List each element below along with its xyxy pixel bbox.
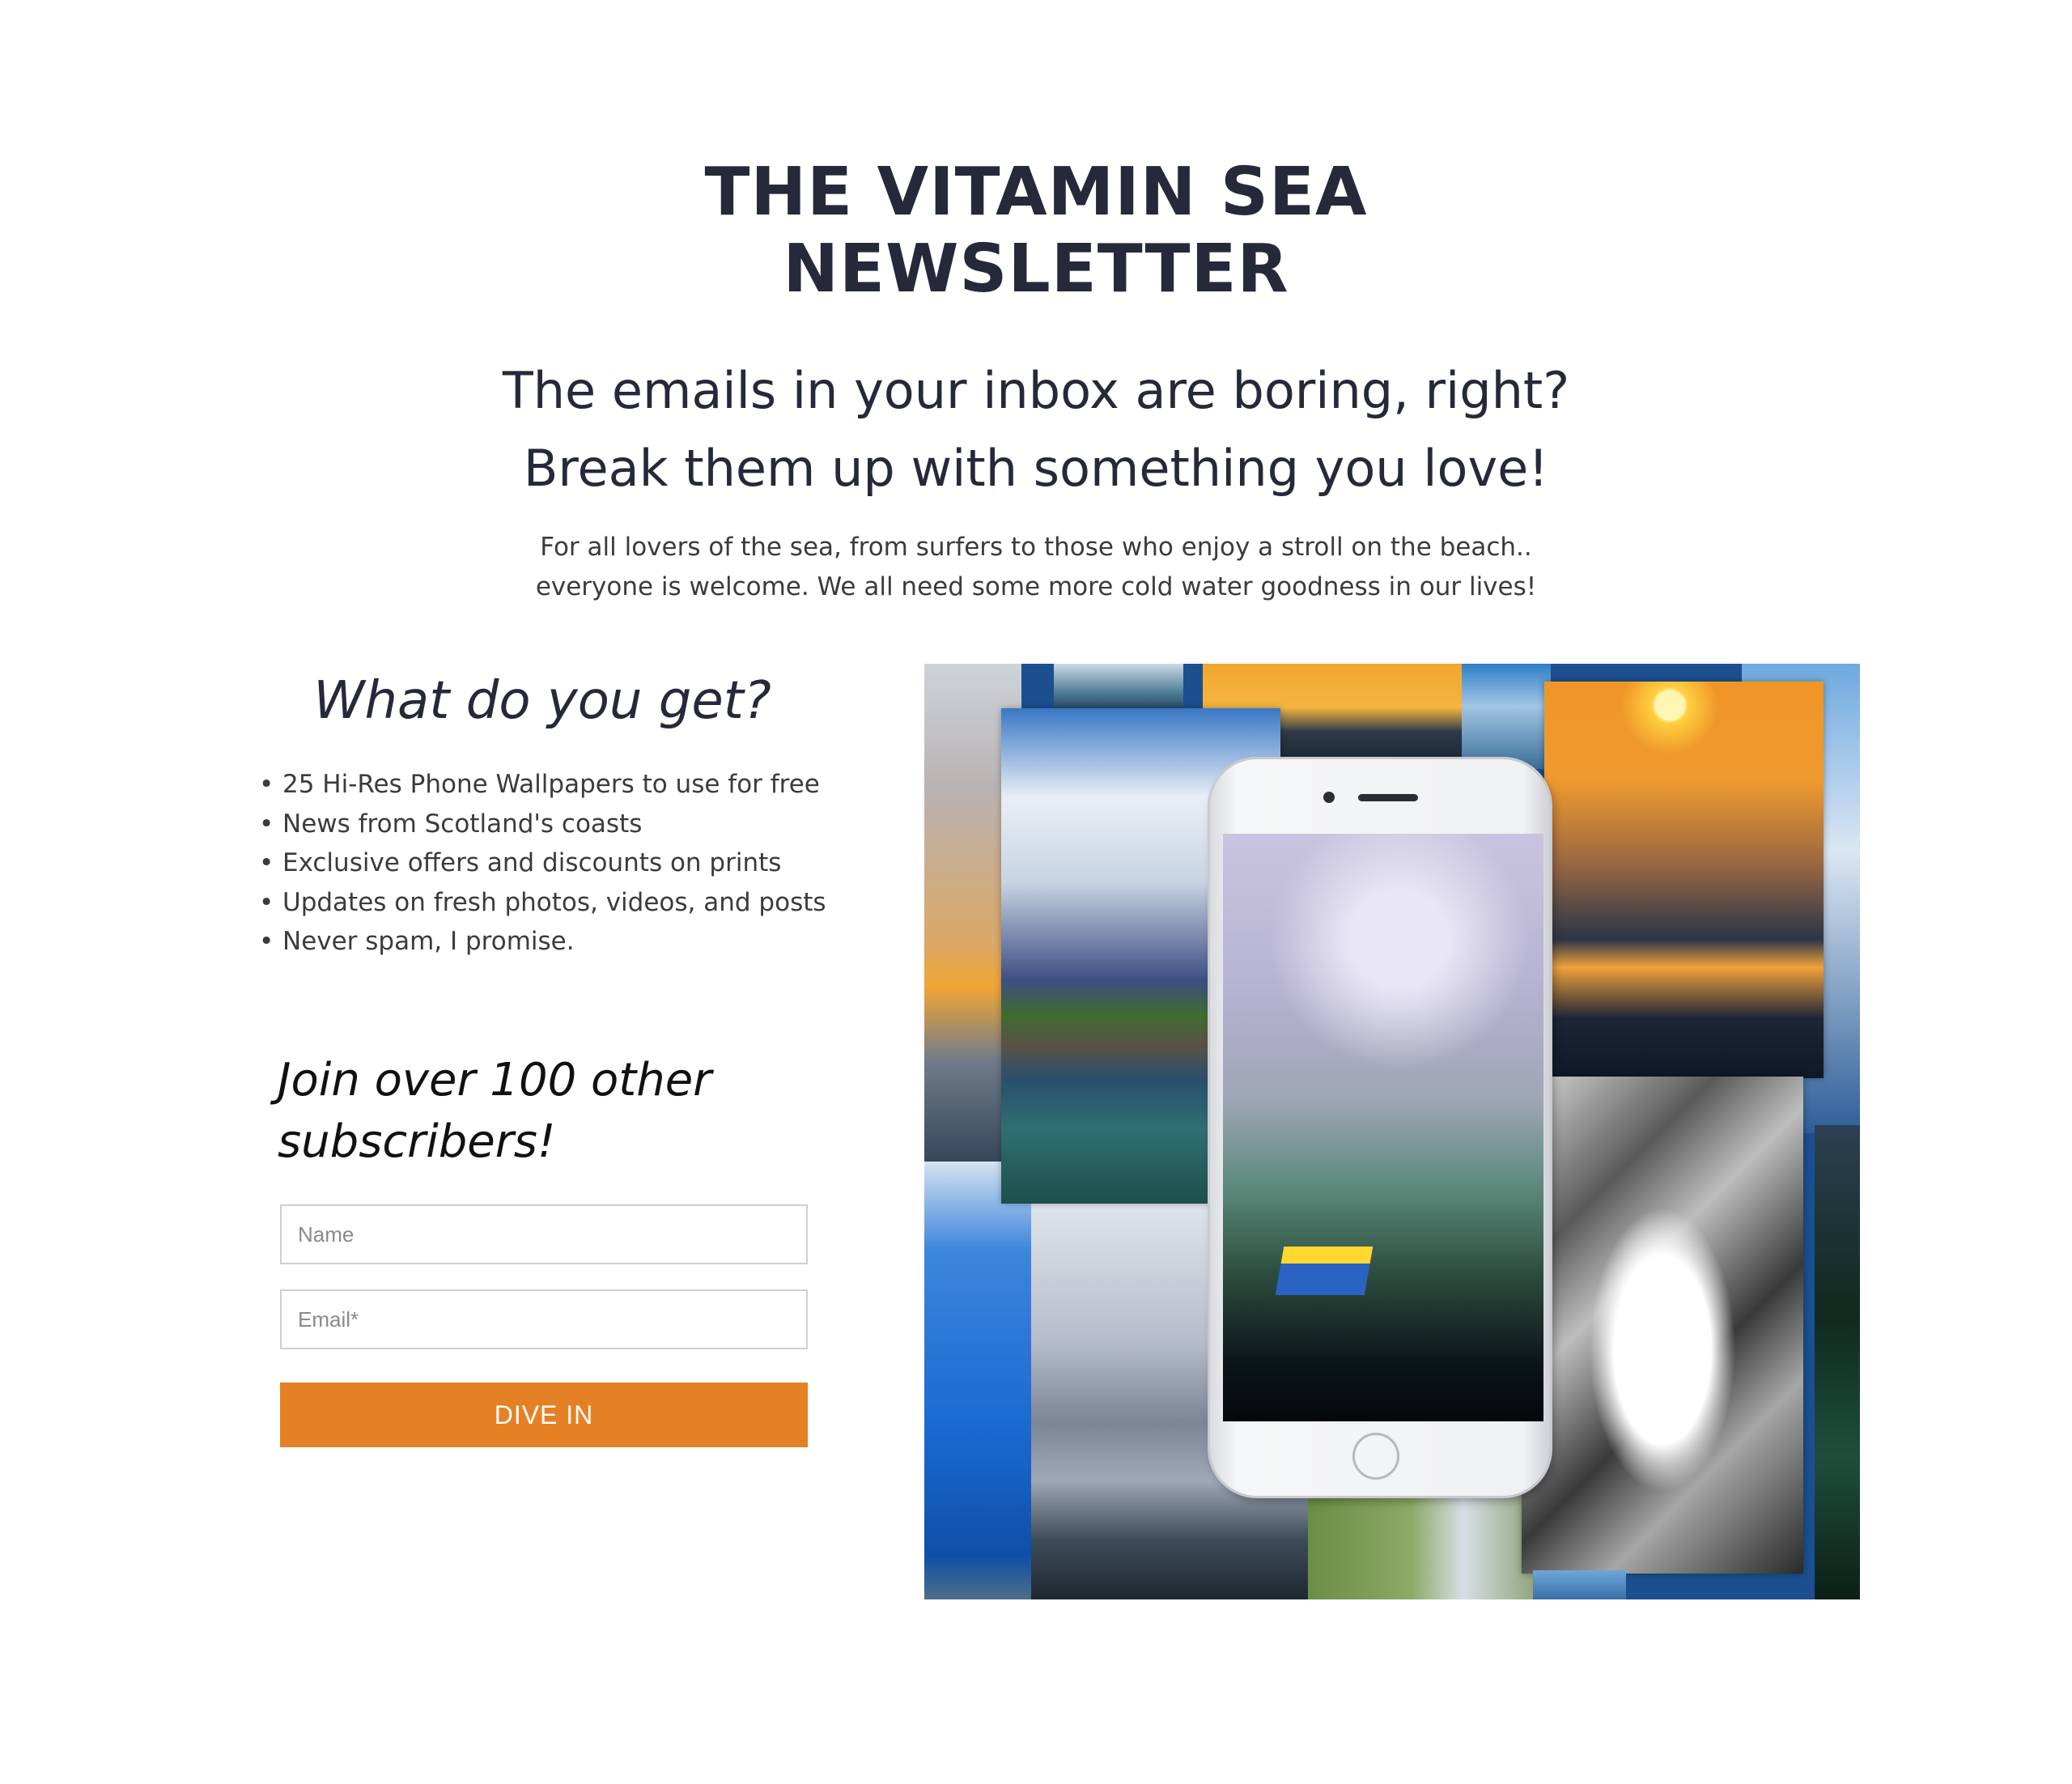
benefits-list: 25 Hi-Res Phone Wallpapers to use for fr…: [259, 765, 826, 962]
benefits-heading: What do you get?: [313, 671, 771, 731]
benefit-item: Exclusive offers and discounts on prints: [259, 843, 826, 883]
email-input[interactable]: [280, 1289, 808, 1349]
benefit-item: 25 Hi-Res Phone Wallpapers to use for fr…: [259, 765, 826, 805]
benefit-item: Never spam, I promise.: [259, 922, 826, 962]
black-white-barrel-wave-photo: [1522, 1077, 1803, 1574]
name-input[interactable]: [280, 1204, 808, 1264]
blue-sea-photo: [1462, 664, 1551, 769]
wallpaper-collage-image: [924, 664, 1860, 1599]
benefit-item: Updates on fresh photos, videos, and pos…: [259, 883, 826, 923]
intro-text: For all lovers of the sea, from surfers …: [535, 533, 1537, 601]
dive-in-button[interactable]: DIVE IN: [280, 1383, 808, 1447]
phone-speaker-icon: [1358, 794, 1418, 801]
title-line-2: NEWSLETTER: [783, 231, 1289, 308]
title-line-1: THE VITAMIN SEA: [704, 154, 1368, 231]
benefit-item: News from Scotland's coasts: [259, 805, 826, 844]
surfboard-fin-shape: [1275, 1247, 1374, 1295]
phone-mockup: [1210, 759, 1550, 1496]
phone-camera-icon: [1323, 792, 1335, 803]
subtitle-line-1: The emails in your inbox are boring, rig…: [502, 361, 1570, 420]
sunset-water-photo: [1544, 682, 1824, 1078]
wave-photo: [1054, 664, 1183, 712]
phone-screen-underwater-photo: [1223, 834, 1543, 1421]
blue-sky-photo: [924, 1162, 1031, 1599]
dark-water-photo: [1815, 1125, 1860, 1599]
small-sea-photo: [1533, 1570, 1626, 1599]
page-title: THE VITAMIN SEA NEWSLETTER: [0, 154, 2072, 308]
signup-heading: Join over 100 other subscribers!: [278, 1054, 712, 1168]
subtitle-line-2: Break them up with something you love!: [523, 439, 1549, 498]
phone-home-button-icon: [1352, 1433, 1399, 1480]
subtitle: The emails in your inbox are boring, rig…: [0, 352, 2072, 508]
